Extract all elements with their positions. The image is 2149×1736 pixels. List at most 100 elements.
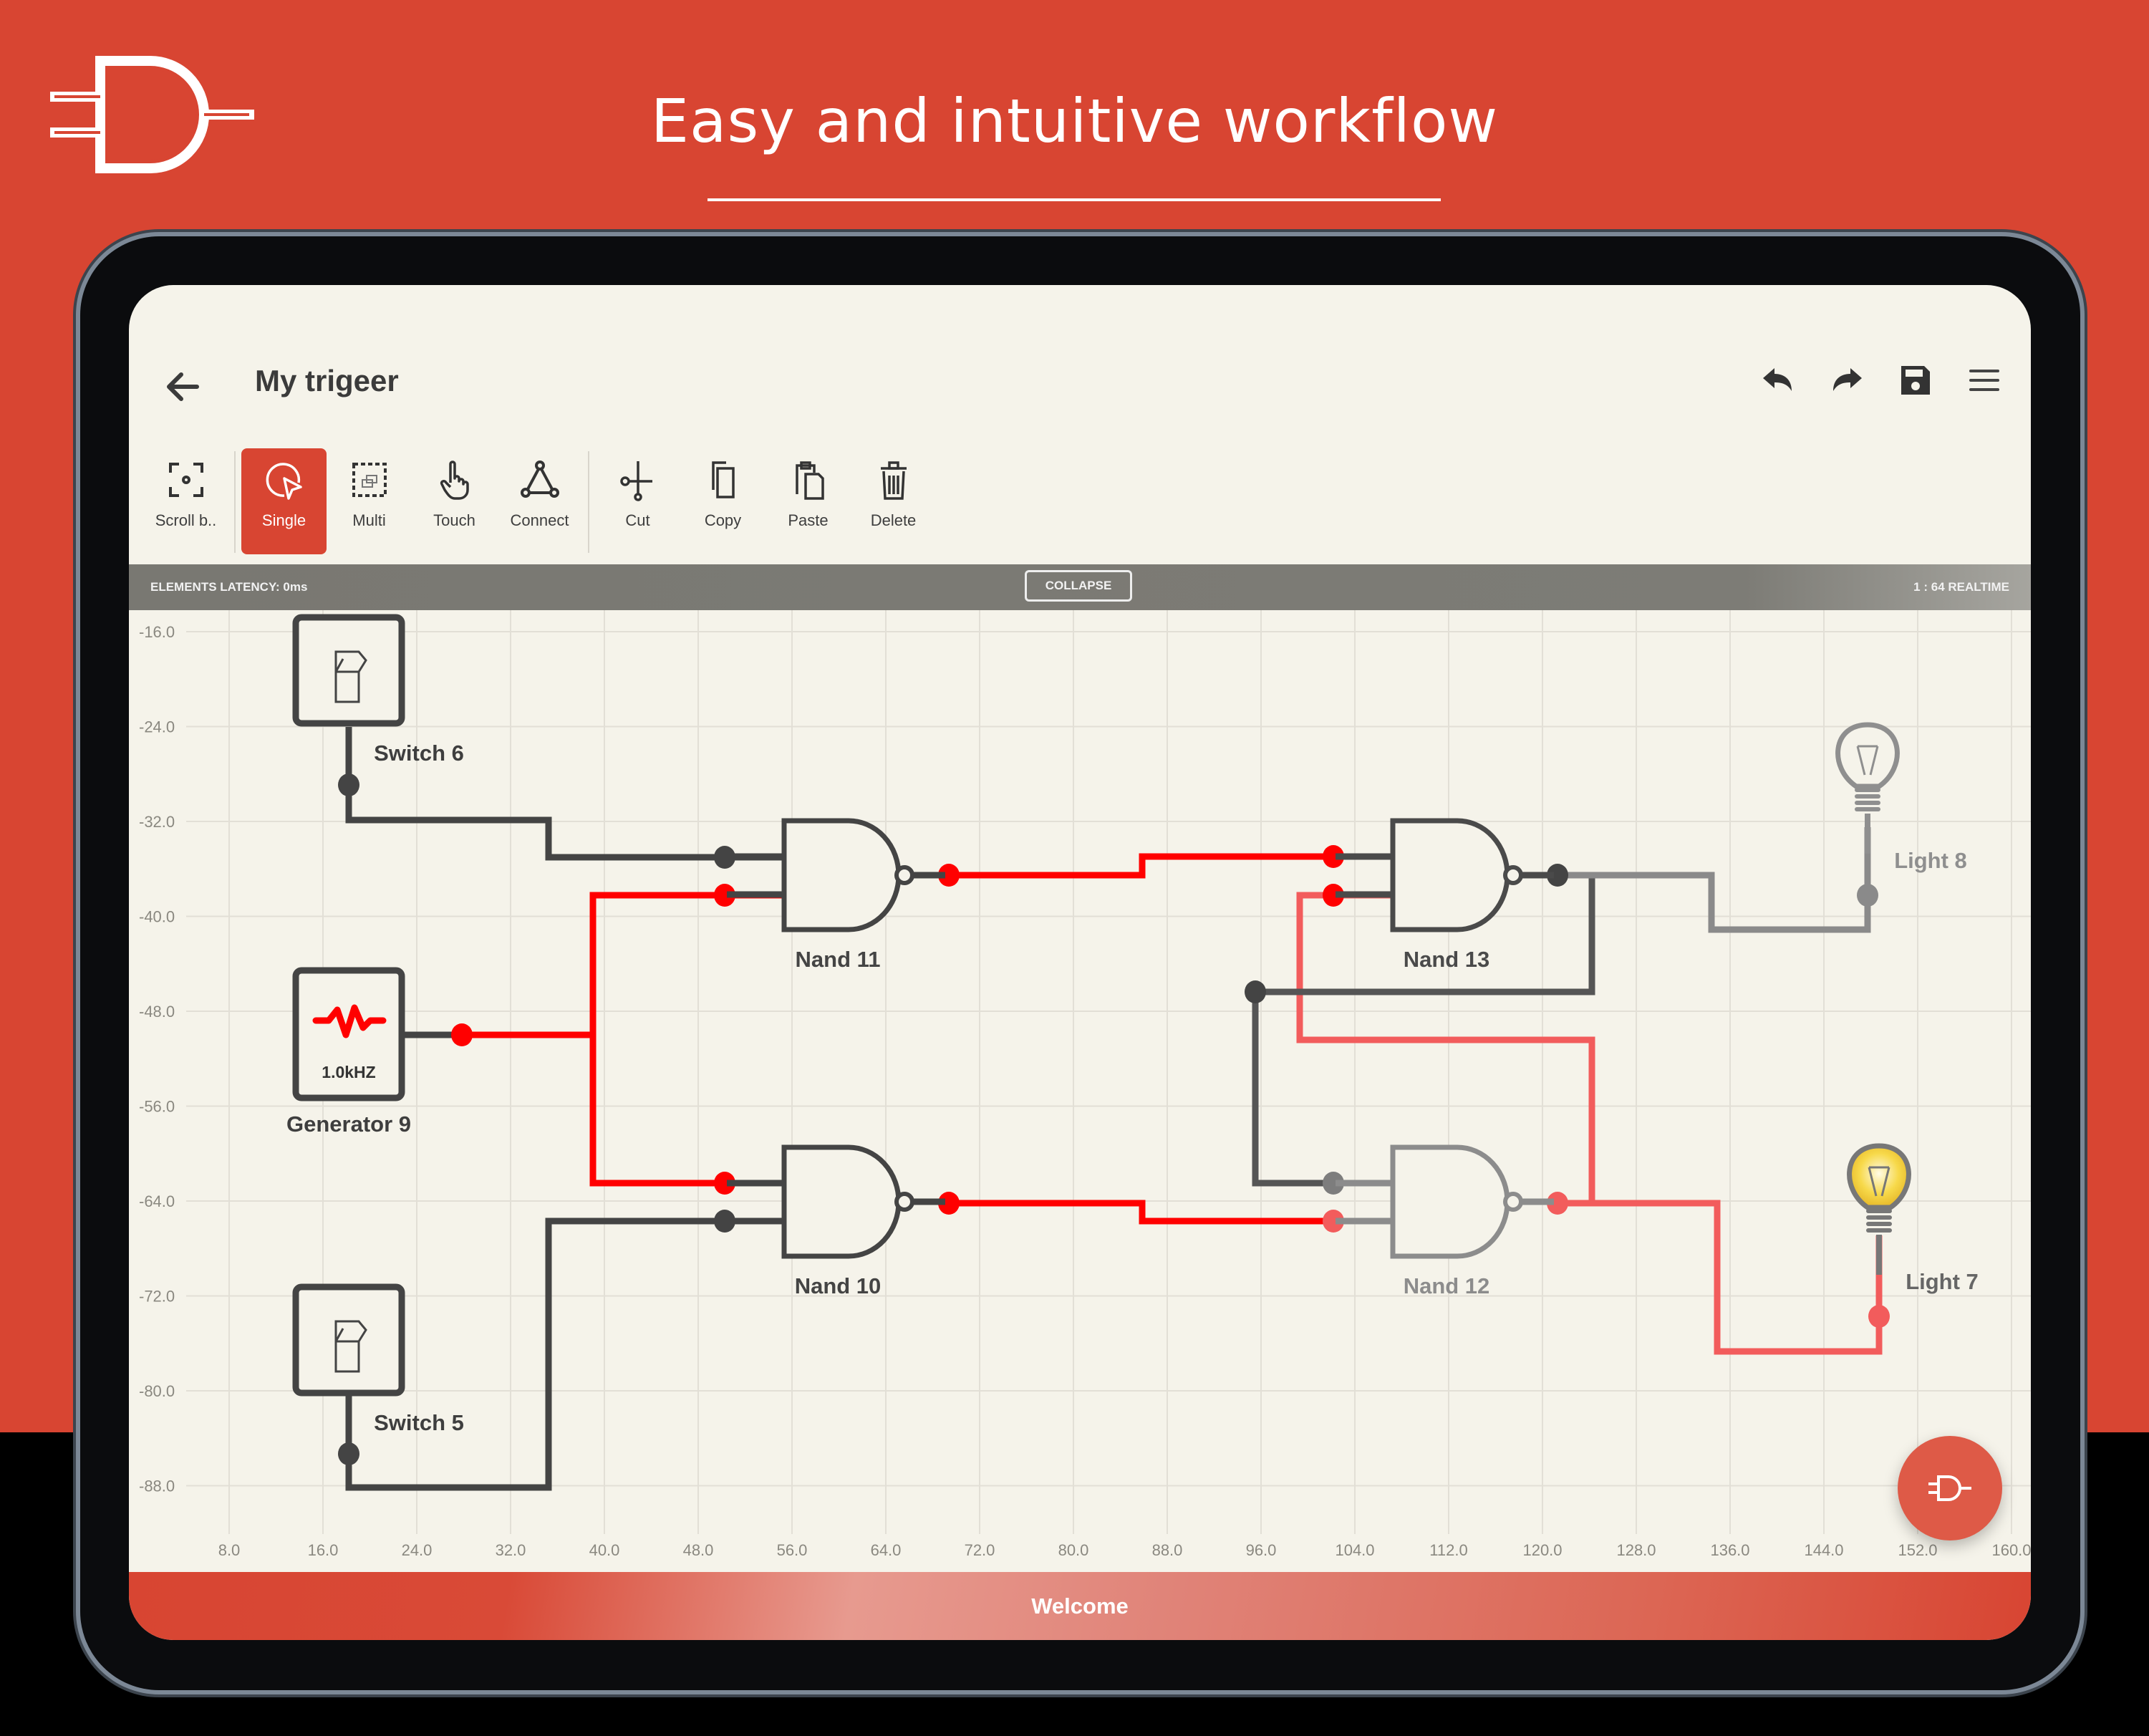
add-component-button[interactable] [1898,1436,2002,1540]
y-axis-tick-label: -80.0 [139,1382,175,1400]
y-axis-tick-label: -72.0 [139,1288,175,1306]
tool-cut[interactable]: Cut [595,448,680,554]
light8-input-node[interactable] [1857,884,1878,907]
generator-frequency: 1.0kHZ [322,1063,375,1081]
bulb-thread [1866,1228,1892,1233]
tool-palette: Scroll b.. Single Multi Touch Connect Cu… [143,448,936,556]
switch-5[interactable] [292,1283,405,1397]
touch-icon [440,460,469,500]
x-axis-tick-label: 64.0 [871,1541,902,1559]
wire-nand12-light7 [1558,1200,1883,1355]
promo-headline: Easy and intuitive workflow [650,86,1499,156]
tool-paste[interactable]: Paste [766,448,851,554]
tool-scroll[interactable]: Scroll b.. [143,448,228,554]
collapse-button[interactable]: COLLAPSE [1025,570,1132,602]
tool-label: Paste [788,511,829,529]
y-axis-tick-label: -88.0 [139,1477,175,1495]
bulb-thread [1866,1215,1892,1220]
x-axis-tick-label: 24.0 [402,1541,433,1559]
bulb-thread [1866,1222,1892,1226]
switch6-output-node[interactable] [338,773,359,796]
switch-6[interactable] [292,614,405,727]
nand-gate-body [781,1144,902,1259]
latency-readout: ELEMENTS LATENCY: 0ms [150,580,308,594]
light-label: Light 8 [1894,848,1967,873]
x-axis-tick-label: 32.0 [496,1541,526,1559]
tool-label: Connect [510,511,569,529]
x-axis-tick-label: 152.0 [1898,1541,1937,1559]
redo-icon[interactable] [1829,362,1865,398]
undo-icon[interactable] [1760,362,1796,398]
wire-generator-nand10 [589,1035,784,1187]
bulb-icon [1835,722,1900,789]
circuit-canvas[interactable]: 8.0 16.0 24.0 32.0 40.0 48.0 56.0 64.0 72.0 80.0 8… [129,610,2031,1572]
inversion-bubble [894,865,914,885]
generator-output-node[interactable] [451,1023,473,1046]
tool-label: Copy [704,511,742,529]
x-axis-tick-label: 112.0 [1429,1541,1467,1559]
bulb-thread [1866,1209,1892,1213]
nand-gate-body [1390,1144,1510,1259]
switch5-output-node[interactable] [338,1442,359,1465]
y-axis-tick-label: -40.0 [139,908,175,926]
simulation-speed: 1 : 64 REALTIME [1913,580,2009,594]
light-label: Light 7 [1906,1269,1979,1294]
nand-13[interactable] [1336,818,1554,932]
cut-icon [619,461,652,501]
tool-touch[interactable]: Touch [412,448,497,554]
light7-input-node[interactable] [1868,1305,1890,1328]
inversion-bubble [1503,865,1523,885]
save-icon[interactable] [1898,362,1933,398]
nand-label: Nand 11 [796,947,881,972]
y-axis-tick-label: -16.0 [139,623,175,641]
generator-label: Generator 9 [286,1111,411,1137]
tool-single[interactable]: Single [241,448,327,554]
back-arrow-icon[interactable] [161,365,204,408]
x-axis-tick-label: 80.0 [1058,1541,1089,1559]
single-select-icon [266,463,302,500]
toolbar-divider [234,451,236,553]
y-axis-tick-label: -48.0 [139,1003,175,1021]
inversion-bubble [1503,1192,1523,1212]
tool-delete[interactable]: Delete [851,448,936,554]
y-axis-tick-label: -64.0 [139,1192,175,1210]
paste-icon [795,461,824,500]
inversion-bubble [894,1192,914,1212]
switch-body [292,614,405,727]
x-axis-tick-label: 136.0 [1710,1541,1749,1559]
switch-label: Switch 6 [374,741,464,766]
light-8[interactable] [1835,722,1900,854]
wire-switch5-nand10 [345,1217,784,1491]
welcome-bar[interactable]: Welcome [129,1572,2031,1640]
feedback-junction-node[interactable] [1245,980,1266,1003]
menu-icon[interactable] [1966,362,2002,398]
nand-label: Nand 13 [1404,947,1490,972]
document-title: My trigeer [255,364,399,397]
nand-gate-body [1390,818,1510,932]
tool-label: Single [261,511,306,529]
tool-copy[interactable]: Copy [680,448,766,554]
y-axis-tick-label: -56.0 [139,1098,175,1116]
delete-icon [880,461,907,500]
tool-connect[interactable]: Connect [497,448,582,554]
tool-label: Multi [352,511,386,529]
tool-label: Delete [870,511,917,529]
tool-multi[interactable]: Multi [327,448,412,554]
light-7[interactable] [1847,1143,1911,1275]
x-axis-tick-label: 72.0 [965,1541,995,1559]
nand-gate-body [781,818,902,932]
y-axis-tick-label: -32.0 [139,813,175,831]
x-axis-tick-label: 144.0 [1804,1541,1843,1559]
generator-9[interactable]: 1.0kHZ [292,967,405,1101]
header-actions [1760,362,2002,398]
nand-label: Nand 10 [795,1273,882,1298]
x-axis-tick-label: 104.0 [1335,1541,1374,1559]
multi-select-icon [352,463,387,497]
x-axis-tick-label: 160.0 [1991,1541,2031,1559]
y-axis-tick-label: -24.0 [139,718,175,736]
nand-11[interactable] [727,818,945,932]
nand-label: Nand 12 [1404,1273,1490,1298]
wire-nand13-light8 [1558,827,1871,933]
x-axis-tick-label: 120.0 [1522,1541,1562,1559]
x-axis-tick-label: 16.0 [308,1541,339,1559]
